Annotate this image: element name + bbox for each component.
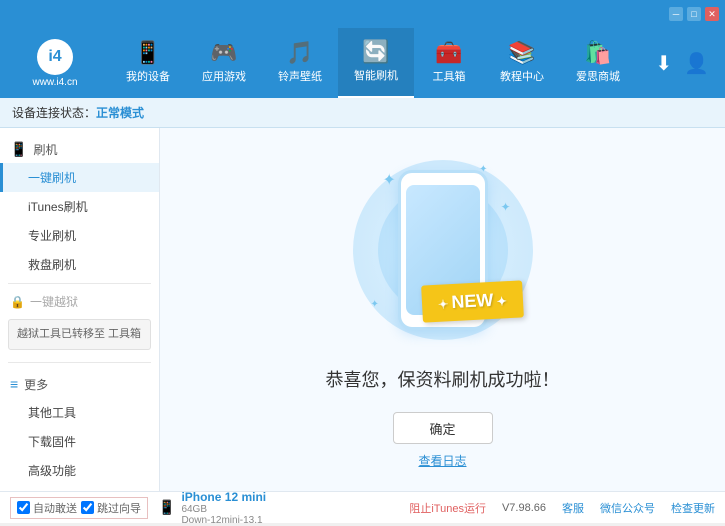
- phone-icon: 📱: [158, 499, 175, 516]
- toolbox-icon: 🧰: [435, 42, 462, 64]
- sidebar-divider-2: [8, 362, 151, 363]
- shop-icon: 🛍️: [584, 42, 611, 64]
- sparkle-1: ✦: [383, 170, 396, 190]
- logo-area: i4 www.i4.cn: [0, 39, 110, 88]
- device-model: Down-12mini-13.1: [181, 515, 266, 526]
- minimize-button[interactable]: －: [669, 7, 683, 21]
- sidebar-group-flash: 📱 刷机: [0, 136, 159, 163]
- logo-subtext: www.i4.cn: [32, 77, 77, 88]
- nav-item-ringtone[interactable]: 🎵 铃声壁纸: [262, 28, 338, 98]
- status-value: 正常模式: [96, 104, 144, 121]
- checkbox-auto[interactable]: 自动敢送: [17, 500, 77, 516]
- nav-label-shop: 爱思商城: [576, 68, 620, 84]
- checkbox-group: 自动敢送 跳过向导: [10, 497, 148, 519]
- nav-item-tutorials[interactable]: 📚 教程中心: [484, 28, 560, 98]
- sidebar-divider-1: [8, 283, 151, 284]
- nav-right: ⬇ 👤: [655, 51, 725, 76]
- nav-item-appgame[interactable]: 🎮 应用游戏: [186, 28, 262, 98]
- version-label: V7.98.66: [502, 502, 546, 514]
- nav-item-flash[interactable]: 🔄 智能刷机: [338, 28, 414, 98]
- checkbox-auto-label: 自动敢送: [33, 500, 77, 516]
- sidebar-group-more-label: 更多: [24, 376, 48, 393]
- maximize-button[interactable]: □: [687, 7, 701, 21]
- wechat-link[interactable]: 微信公众号: [600, 500, 655, 516]
- download-button[interactable]: ⬇: [655, 51, 672, 76]
- tutorials-icon: 📚: [508, 42, 535, 64]
- flash-group-icon: 📱: [10, 141, 27, 158]
- mydevice-icon: 📱: [134, 42, 161, 64]
- sidebar-item-download-firmware[interactable]: 下载固件: [0, 427, 159, 456]
- sidebar-item-pro-flash[interactable]: 专业刷机: [0, 221, 159, 250]
- device-name: iPhone 12 mini: [181, 490, 266, 504]
- nav-item-shop[interactable]: 🛍️ 爱思商城: [560, 28, 636, 98]
- hero-illustration: ✦ ✦ ✦ ✦ NEW: [343, 150, 543, 350]
- profile-button[interactable]: 👤: [684, 51, 709, 76]
- success-message: 恭喜您，保资料刷机成功啦！: [326, 366, 560, 392]
- checkbox-skip[interactable]: 跳过向导: [81, 500, 141, 516]
- sidebar-item-onekey-flash[interactable]: 一键刷机: [0, 163, 159, 192]
- nav-label-mydevice: 我的设备: [126, 68, 170, 84]
- window-controls: － □ ✕: [669, 7, 719, 21]
- device-info-area: 📱 iPhone 12 mini 64GB Down-12mini-13.1: [158, 490, 266, 526]
- nav-item-mydevice[interactable]: 📱 我的设备: [110, 28, 186, 98]
- device-storage: 64GB: [181, 504, 266, 515]
- sidebar-item-itunes-flash[interactable]: iTunes刷机: [0, 192, 159, 221]
- sidebar-section-more: ≡ 更多 其他工具 下载固件 高级功能: [0, 367, 159, 489]
- checkbox-skip-input[interactable]: [81, 501, 94, 514]
- nav-label-tutorials: 教程中心: [500, 68, 544, 84]
- sidebar-section-flash: 📱 刷机 一键刷机 iTunes刷机 专业刷机 救盘刷机 🔒 一键越狱 越狱工具…: [0, 132, 159, 358]
- sidebar-disabled-jailbreak: 🔒 一键越狱: [0, 288, 159, 315]
- nav-label-appgame: 应用游戏: [202, 68, 246, 84]
- header: i4 www.i4.cn 📱 我的设备 🎮 应用游戏 🎵 铃声壁纸 🔄 智能刷机…: [0, 28, 725, 98]
- nav-label-ringtone: 铃声壁纸: [278, 68, 322, 84]
- footer-left: 自动敢送 跳过向导 📱 iPhone 12 mini 64GB Down-12m…: [10, 490, 266, 526]
- sparkle-4: ✦: [371, 299, 379, 310]
- status-prefix: 设备连接状态：: [12, 104, 96, 121]
- appgame-icon: 🎮: [210, 42, 237, 64]
- confirm-button[interactable]: 确定: [393, 412, 493, 444]
- new-badge: NEW: [421, 280, 524, 322]
- sparkle-2: ✦: [479, 164, 487, 175]
- main-content: ✦ ✦ ✦ ✦ NEW 恭喜您，保资料刷机成功啦！ 确定 查看日志: [160, 128, 725, 491]
- nav-label-toolbox: 工具箱: [433, 68, 466, 84]
- main-layout: 📱 刷机 一键刷机 iTunes刷机 专业刷机 救盘刷机 🔒 一键越狱 越狱工具…: [0, 128, 725, 491]
- checkbox-skip-label: 跳过向导: [97, 500, 141, 516]
- nav-item-toolbox[interactable]: 🧰 工具箱: [414, 28, 484, 98]
- support-link[interactable]: 客服: [562, 500, 584, 516]
- flash-icon: 🔄: [362, 41, 389, 63]
- checkbox-auto-input[interactable]: [17, 501, 30, 514]
- sidebar-item-rescue-flash[interactable]: 救盘刷机: [0, 250, 159, 279]
- footer: 自动敢送 跳过向导 📱 iPhone 12 mini 64GB Down-12m…: [0, 491, 725, 523]
- nav-label-flash: 智能刷机: [354, 67, 398, 83]
- device-details: iPhone 12 mini 64GB Down-12mini-13.1: [181, 490, 266, 526]
- ringtone-icon: 🎵: [286, 42, 313, 64]
- sidebar-group-flash-label: 刷机: [33, 141, 57, 158]
- view-log-link[interactable]: 查看日志: [418, 452, 466, 469]
- footer-right: 阻止iTunes运行 V7.98.66 客服 微信公众号 检查更新: [409, 500, 715, 516]
- update-link[interactable]: 检查更新: [671, 500, 715, 516]
- status-bar: 设备连接状态： 正常模式: [0, 98, 725, 128]
- nav-items: 📱 我的设备 🎮 应用游戏 🎵 铃声壁纸 🔄 智能刷机 🧰 工具箱 📚 教程中心…: [110, 28, 655, 98]
- title-bar: － □ ✕: [0, 0, 725, 28]
- stop-itunes-button[interactable]: 阻止iTunes运行: [409, 500, 486, 516]
- sidebar-item-other-tools[interactable]: 其他工具: [0, 398, 159, 427]
- sidebar: 📱 刷机 一键刷机 iTunes刷机 专业刷机 救盘刷机 🔒 一键越狱 越狱工具…: [0, 128, 160, 491]
- sidebar-item-advanced[interactable]: 高级功能: [0, 456, 159, 485]
- sidebar-info-box: 越狱工具已转移至 工具箱: [8, 319, 151, 350]
- sparkle-3: ✦: [500, 200, 510, 214]
- more-group-icon: ≡: [10, 376, 18, 392]
- close-button[interactable]: ✕: [705, 7, 719, 21]
- sidebar-group-more: ≡ 更多: [0, 371, 159, 398]
- logo-icon: i4: [37, 39, 73, 75]
